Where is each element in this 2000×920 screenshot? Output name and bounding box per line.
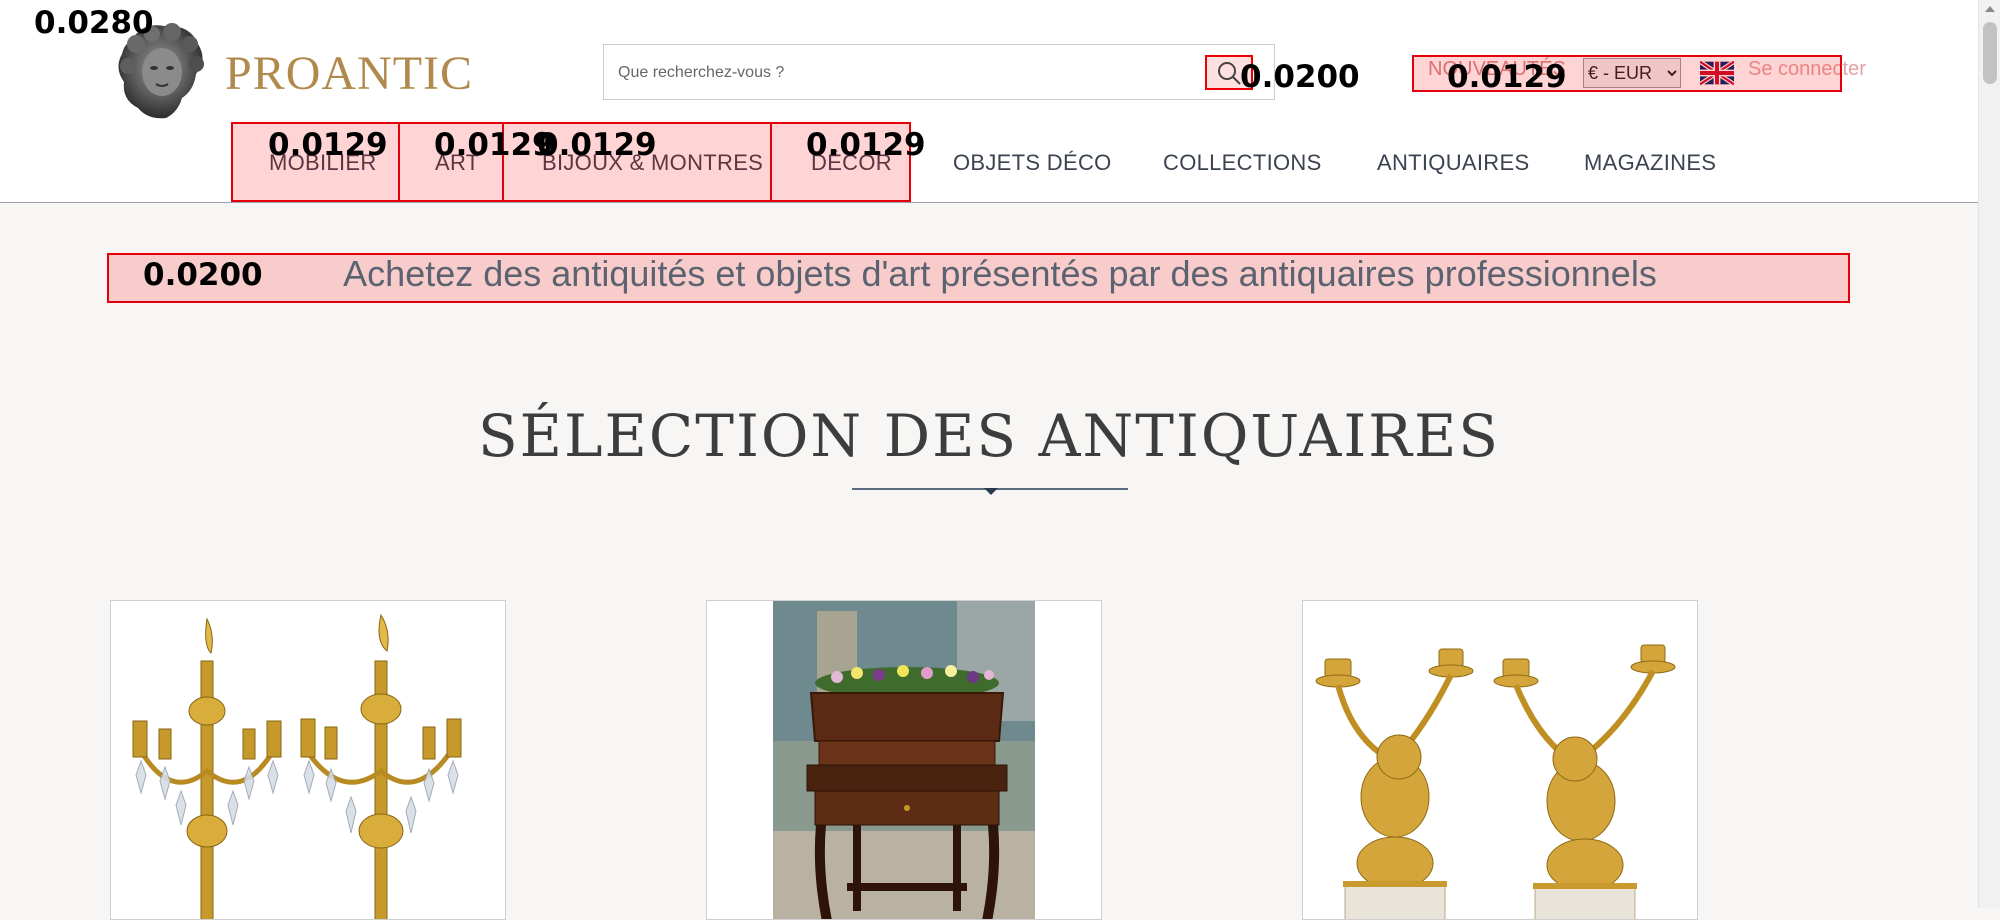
section-title: SÉLECTION DES ANTIQUAIRES [477, 402, 1501, 470]
putti-candlesticks-image [1303, 601, 1697, 919]
score-search-button: 0.0200 [1240, 59, 1360, 95]
nav-item-objets-deco[interactable]: OBJETS DÉCO [953, 150, 1112, 176]
candelabras-image [111, 601, 505, 919]
planter-table-image [707, 601, 1101, 919]
product-card-planter-table[interactable] [706, 600, 1102, 920]
search-input[interactable] [616, 55, 1200, 91]
search-box [603, 44, 1275, 100]
score-nav-bijoux: 0.0129 [537, 127, 657, 163]
nav-item-antiquaires[interactable]: ANTIQUAIRES [1377, 150, 1529, 176]
logo-text[interactable]: PROANTIC [225, 46, 473, 101]
title-divider-caret [984, 488, 998, 495]
search-icon [1218, 61, 1241, 85]
page-scrollbar[interactable] [1978, 0, 2000, 908]
score-header-right: 0.0129 [1447, 59, 1567, 95]
score-nav-decor: 0.0129 [806, 127, 926, 163]
tagline: Achetez des antiquités et objets d'art p… [343, 253, 1657, 294]
score-nav-mobilier: 0.0129 [268, 127, 388, 163]
score-logo: 0.0280 [34, 5, 154, 41]
scroll-up-arrow-icon[interactable] [1985, 6, 1995, 12]
score-tagline: 0.0200 [143, 257, 263, 293]
score-nav-art: 0.0129 [434, 127, 554, 163]
product-card-candelabras[interactable] [110, 600, 506, 920]
nav-item-magazines[interactable]: MAGAZINES [1584, 150, 1716, 176]
product-card-putti-candlesticks[interactable] [1302, 600, 1698, 920]
scrollbar-thumb[interactable] [1983, 22, 1997, 84]
nav-item-collections[interactable]: COLLECTIONS [1163, 150, 1322, 176]
